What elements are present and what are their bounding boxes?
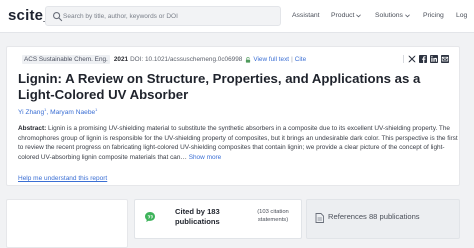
nav-solutions[interactable]: Solutions xyxy=(375,12,410,19)
meta-separator: | xyxy=(291,56,293,63)
nav-assistant[interactable]: Assistant xyxy=(292,12,320,19)
quote-bubble-icon xyxy=(145,212,155,222)
nav-solutions-label: Solutions xyxy=(375,12,403,19)
nav-product-label: Product xyxy=(331,12,355,19)
author-list: Yi Zhang1, Maryam Naebe1 xyxy=(18,107,97,116)
citation-statements-count: (103 citation statements) xyxy=(257,209,289,223)
publication-year: 2021 xyxy=(113,56,129,63)
share-divider xyxy=(403,55,404,63)
cited-by-count: Cited by 183 publications xyxy=(175,207,220,226)
email-icon[interactable] xyxy=(441,55,449,63)
author-link[interactable]: Yi Zhang1 xyxy=(18,107,46,117)
search-icon xyxy=(53,12,63,22)
top-bar: scite_ Assistant Product Solutions Prici… xyxy=(0,0,474,33)
search-input[interactable] xyxy=(63,9,277,24)
linkedin-icon[interactable] xyxy=(430,55,438,63)
author-name: Yi Zhang xyxy=(18,109,45,117)
facebook-icon[interactable] xyxy=(419,55,427,63)
references-box[interactable]: References 88 publications xyxy=(306,199,460,239)
author-link[interactable]: Maryam Naebe1 xyxy=(50,107,98,117)
abstract-label: Abstract: xyxy=(18,125,47,132)
nav-pricing[interactable]: Pricing xyxy=(423,12,444,19)
cited-by-box[interactable]: Cited by 183 publications (103 citation … xyxy=(134,199,302,239)
author-affiliation: 1 xyxy=(95,107,98,112)
chevron-down-icon xyxy=(356,13,362,17)
lock-icon xyxy=(246,56,251,63)
doi-text: DOI: 10.1021/acssuschemeng.0c06998 xyxy=(130,56,243,63)
chevron-down-icon xyxy=(405,13,410,17)
abstract: Abstract: Lignin is a promising UV-shiel… xyxy=(18,124,458,162)
cite-link[interactable]: Cite xyxy=(295,56,306,63)
side-panel xyxy=(6,199,128,248)
author-separator: , xyxy=(46,109,49,117)
references-count: References 88 publications xyxy=(328,212,420,221)
abstract-text: Lignin is a promising UV-shielding mater… xyxy=(18,125,458,161)
nav-pricing-label: Pricing xyxy=(423,12,444,19)
nav-product[interactable]: Product xyxy=(331,12,362,19)
show-more-link[interactable]: Show more xyxy=(189,154,222,161)
nav-login-label: Log xyxy=(456,12,468,19)
x-icon[interactable] xyxy=(408,55,416,63)
search-box[interactable] xyxy=(45,6,281,26)
paper-title: Lignin: A Review on Structure, Propertie… xyxy=(18,71,421,102)
nav-assistant-label: Assistant xyxy=(292,12,320,19)
journal-badge: ACS Sustainable Chem. Eng. xyxy=(22,55,110,64)
view-full-text-link[interactable]: View full text xyxy=(253,56,289,63)
author-name: Maryam Naebe xyxy=(50,109,96,117)
help-understand-link[interactable]: Help me understand this report xyxy=(18,175,107,182)
nav-login[interactable]: Log xyxy=(456,12,467,19)
paper-meta: ACS Sustainable Chem. Eng. 2021 DOI: 10.… xyxy=(22,55,306,64)
document-icon xyxy=(315,213,324,223)
